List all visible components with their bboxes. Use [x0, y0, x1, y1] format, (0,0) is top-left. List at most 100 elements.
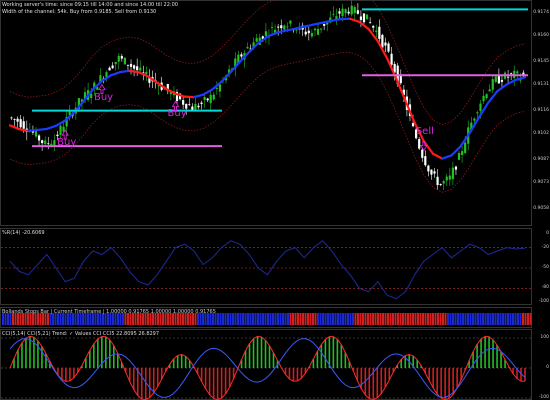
stops-bar [342, 313, 344, 325]
candle-body [451, 167, 454, 180]
candle-body [111, 65, 114, 69]
moving-average-segment [303, 23, 315, 28]
stops-bar [419, 313, 422, 325]
stops-bar [387, 313, 389, 325]
header-line-2: Width of the channel: 54k. Buy from 0.91… [2, 9, 157, 15]
cci-panel-label: CCI(5,14) CCI(5,21) Trend: ✓ Values CCI … [2, 331, 160, 337]
stops-bar [522, 313, 524, 325]
sell-signal-label: Sell [415, 125, 434, 137]
candle-body [136, 66, 139, 71]
stops-bar [402, 313, 404, 325]
stops-bar [324, 313, 327, 325]
stops-bar [294, 313, 297, 325]
williams-r-line [9, 240, 526, 300]
stops-bar [444, 313, 447, 325]
candle-body [390, 53, 393, 65]
candle-body [424, 156, 427, 166]
stops-bar [239, 313, 242, 325]
cci-panel [1, 335, 531, 400]
candle-body [53, 140, 56, 146]
candle-body [411, 123, 415, 127]
candle-body [212, 94, 215, 100]
candle-body [47, 143, 50, 145]
price-tick-label: 0.9145 [533, 58, 549, 64]
candle-body [442, 181, 445, 184]
candle-body [289, 20, 292, 24]
candle-body [310, 33, 313, 37]
stops-bar [414, 313, 417, 325]
candle-body [37, 135, 41, 141]
header-line-1: Working server's time: since 09:15 till … [2, 2, 178, 8]
stops-bar [282, 313, 284, 325]
moving-average-segment [312, 21, 324, 26]
candle-body [460, 151, 464, 155]
stops-bar [452, 313, 454, 325]
stops-bar [244, 313, 247, 325]
rsi-tick-label: -80 [541, 285, 549, 291]
candle-body [479, 103, 482, 112]
stops-bar [377, 313, 379, 325]
stops-bar [344, 313, 347, 325]
candle-body [430, 169, 433, 175]
moving-average-segment [431, 152, 444, 160]
candle-body [255, 38, 258, 42]
stops-bar [227, 313, 229, 325]
candle-body [114, 61, 117, 65]
stops-bar [472, 313, 474, 325]
stops-bar [364, 313, 367, 325]
stops-bar [442, 313, 444, 325]
candle-body [497, 75, 500, 84]
stops-bar [267, 313, 269, 325]
candle-body [323, 23, 326, 26]
stops-bar [492, 313, 494, 325]
stops-bar [299, 313, 302, 325]
stops-bar [297, 313, 299, 325]
stops-bar [337, 313, 339, 325]
stops-bar [309, 313, 312, 325]
stops-bar [352, 313, 354, 325]
stops-bar [502, 313, 504, 325]
stops-bar [277, 313, 279, 325]
stops-bar [474, 313, 477, 325]
candle-body [399, 75, 402, 84]
stops-bar [529, 313, 532, 325]
stops-bar [427, 313, 429, 325]
stops-bar [417, 313, 419, 325]
stops-bar [219, 313, 222, 325]
stops-bar [327, 313, 329, 325]
candle-body [197, 105, 200, 108]
candle-body [209, 94, 212, 104]
stops-panel-label: Bollands Stops Bar | Current Timeframe |… [2, 309, 216, 315]
candle-body [387, 43, 390, 52]
stops-bar [429, 313, 432, 325]
candle-body [433, 171, 436, 174]
stops-bar [322, 313, 324, 325]
stops-bar [379, 313, 382, 325]
lower-band [9, 52, 526, 193]
candle-body [369, 22, 372, 24]
stops-bar [287, 313, 289, 325]
candle-body [90, 93, 93, 99]
stops-bar [234, 313, 237, 325]
price-tick-label: 0.9116 [533, 107, 549, 113]
candle-body [13, 119, 16, 120]
stops-bar [252, 313, 254, 325]
stops-bar [459, 313, 462, 325]
stops-bar [424, 313, 427, 325]
rsi-tick-label: -100 [538, 299, 549, 304]
candle-body [129, 63, 133, 67]
candle-body [350, 5, 353, 15]
main-price-panel [8, 0, 528, 193]
price-tick-label: 0.9102 [533, 131, 549, 137]
candle-body [139, 67, 142, 71]
stops-bar [507, 313, 509, 325]
candle-body [295, 29, 298, 31]
candle-body [494, 76, 497, 83]
candle-body [353, 7, 356, 14]
candle-body [304, 31, 307, 35]
candle-body [439, 184, 442, 186]
cci21-line [9, 338, 526, 398]
stops-bar [222, 313, 224, 325]
candle-body [41, 140, 44, 144]
stops-bar [284, 313, 287, 325]
